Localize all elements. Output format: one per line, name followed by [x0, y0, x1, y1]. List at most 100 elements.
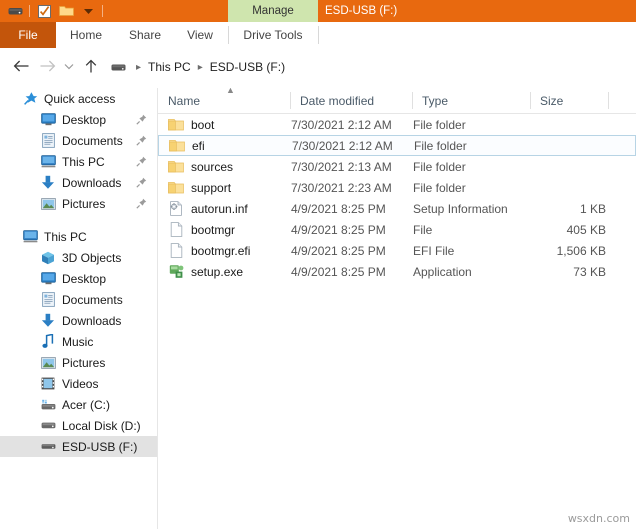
column-header-size[interactable]: Size	[530, 88, 608, 113]
sidebar-label: Documents	[62, 292, 123, 307]
file-name-cell: efi	[169, 138, 294, 154]
file-date-cell: 4/9/2021 8:25 PM	[291, 201, 386, 216]
pin-icon[interactable]	[135, 176, 147, 188]
file-name-cell: support	[168, 180, 293, 196]
properties-checkbox-icon[interactable]	[36, 3, 52, 19]
setup-info-icon	[168, 201, 184, 217]
title-bar	[0, 0, 636, 22]
file-explorer-window: Manage ESD-USB (F:) File Home Share View…	[0, 0, 636, 529]
usb-drive-icon	[40, 439, 56, 455]
breadcrumb-drive-icon[interactable]	[110, 59, 126, 75]
blank-file-icon	[168, 243, 184, 259]
sidebar-item-this-pc-qa[interactable]: This PC	[0, 151, 157, 172]
file-name-cell: setup.exe	[168, 264, 293, 280]
music-icon	[40, 334, 56, 350]
tab-share[interactable]: Share	[116, 22, 174, 48]
application-icon	[168, 264, 184, 280]
table-row[interactable]: efi 7/30/2021 2:12 AM File folder	[158, 135, 636, 156]
sidebar-item-acer-c[interactable]: Acer (C:)	[0, 394, 157, 415]
sidebar-item-pictures[interactable]: Pictures	[0, 352, 157, 373]
sidebar-label: Downloads	[62, 313, 122, 328]
quick-access-toolbar	[0, 0, 106, 22]
table-row[interactable]: setup.exe 4/9/2021 8:25 PM Application 7…	[158, 261, 636, 282]
tab-file[interactable]: File	[0, 22, 56, 48]
breadcrumb-chevron-icon-1[interactable]: ▸	[132, 62, 145, 73]
sidebar-item-music[interactable]: Music	[0, 331, 157, 352]
sidebar-item-this-pc[interactable]: This PC	[0, 226, 157, 247]
pictures-icon	[40, 355, 56, 371]
sidebar-label: Pictures	[62, 355, 106, 370]
folder-icon	[168, 117, 184, 133]
sidebar-item-documents-qa[interactable]: Documents	[0, 130, 157, 151]
breadcrumb-chevron-icon-2[interactable]: ▸	[194, 62, 207, 73]
table-row[interactable]: support 7/30/2021 2:23 AM File folder	[158, 177, 636, 198]
breadcrumb-this-pc[interactable]: This PC	[145, 60, 194, 74]
file-size-cell: 1,506 KB	[556, 243, 606, 258]
up-button[interactable]	[78, 53, 104, 79]
videos-icon	[40, 376, 56, 392]
file-rows: boot 7/30/2021 2:12 AM File folder efi 7…	[158, 114, 636, 282]
table-row[interactable]: sources 7/30/2021 2:13 AM File folder	[158, 156, 636, 177]
column-separator-4[interactable]	[608, 92, 609, 109]
toolbar-separator-1	[29, 5, 30, 17]
pin-icon[interactable]	[135, 134, 147, 146]
customize-chevron-icon[interactable]	[80, 3, 96, 19]
sidebar-item-3d-objects[interactable]: 3D Objects	[0, 247, 157, 268]
sidebar-label: ESD-USB (F:)	[62, 439, 138, 454]
file-type-cell: File	[413, 222, 433, 237]
sidebar-item-downloads[interactable]: Downloads	[0, 310, 157, 331]
recent-locations-chevron-icon[interactable]	[60, 53, 78, 79]
sidebar-item-pictures-qa[interactable]: Pictures	[0, 193, 157, 214]
sidebar-item-quick-access[interactable]: Quick access	[0, 88, 157, 109]
sidebar-item-desktop-qa[interactable]: Desktop	[0, 109, 157, 130]
forward-button[interactable]	[34, 53, 60, 79]
tab-drive-tools[interactable]: Drive Tools	[229, 22, 317, 48]
file-date-cell: 7/30/2021 2:12 AM	[292, 138, 393, 153]
pin-icon[interactable]	[135, 113, 147, 125]
sidebar-label: Documents	[62, 133, 123, 148]
drive-icon[interactable]	[7, 3, 23, 19]
sidebar-label: Acer (C:)	[62, 397, 110, 412]
table-row[interactable]: bootmgr.efi 4/9/2021 8:25 PM EFI File 1,…	[158, 240, 636, 261]
new-folder-icon[interactable]	[58, 3, 74, 19]
pin-icon[interactable]	[135, 197, 147, 209]
pin-icon[interactable]	[135, 155, 147, 167]
file-type-cell: File folder	[413, 117, 466, 132]
sidebar-item-videos[interactable]: Videos	[0, 373, 157, 394]
sidebar-item-downloads-qa[interactable]: Downloads	[0, 172, 157, 193]
file-name-cell: autorun.inf	[168, 201, 293, 217]
file-date-cell: 7/30/2021 2:23 AM	[291, 180, 392, 195]
sidebar-item-documents[interactable]: Documents	[0, 289, 157, 310]
star-pin-icon	[22, 91, 38, 107]
file-list-pane: Name ▲ Date modified Type Size boot 7/30…	[158, 88, 636, 529]
column-header-date-modified[interactable]: Date modified	[290, 88, 412, 113]
sidebar-label: Downloads	[62, 175, 122, 190]
sidebar-label: Videos	[62, 376, 99, 391]
file-size-cell: 1 KB	[579, 201, 606, 216]
column-header-row: Name ▲ Date modified Type Size	[158, 88, 636, 114]
back-button[interactable]	[8, 53, 34, 79]
tab-view[interactable]: View	[174, 22, 226, 48]
contextual-tab-manage[interactable]: Manage	[228, 0, 318, 22]
sidebar-label: Desktop	[62, 271, 107, 286]
sidebar-label: This PC	[62, 154, 105, 169]
file-type-cell: File folder	[413, 180, 466, 195]
tab-home[interactable]: Home	[56, 22, 116, 48]
column-header-type[interactable]: Type	[412, 88, 530, 113]
hdd-icon	[40, 397, 56, 413]
table-row[interactable]: boot 7/30/2021 2:12 AM File folder	[158, 114, 636, 135]
sidebar-item-esd-usb-f[interactable]: ESD-USB (F:)	[0, 436, 157, 457]
tab-divider-right	[318, 26, 319, 44]
address-bar[interactable]: ▸ This PC ▸ ESD-USB (F:)	[110, 56, 636, 78]
breadcrumb-esd-usb[interactable]: ESD-USB (F:)	[207, 60, 288, 74]
sidebar-item-local-disk-d[interactable]: Local Disk (D:)	[0, 415, 157, 436]
computer-icon	[40, 154, 56, 170]
file-type-cell: Application	[413, 264, 472, 279]
sidebar-item-desktop[interactable]: Desktop	[0, 268, 157, 289]
table-row[interactable]: bootmgr 4/9/2021 8:25 PM File 405 KB	[158, 219, 636, 240]
column-header-name[interactable]: Name ▲	[158, 88, 290, 113]
table-row[interactable]: autorun.inf 4/9/2021 8:25 PM Setup Infor…	[158, 198, 636, 219]
file-date-cell: 7/30/2021 2:12 AM	[291, 117, 392, 132]
file-name-cell: bootmgr	[168, 222, 293, 238]
